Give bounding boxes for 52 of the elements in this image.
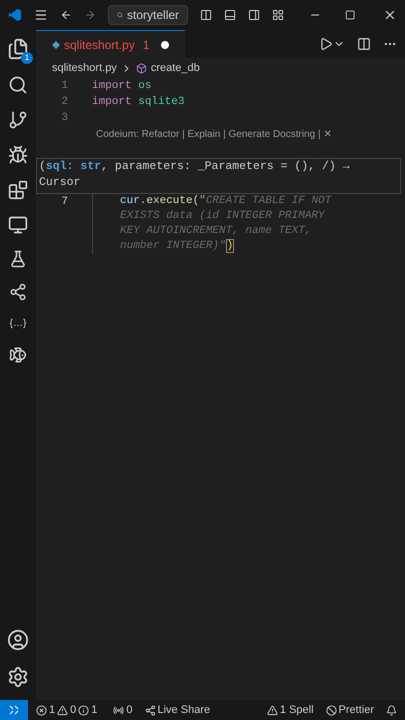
notification-badge: 1	[21, 52, 33, 64]
live-share-icon[interactable]	[9, 283, 27, 301]
split-editor-icon[interactable]	[357, 37, 371, 51]
line-number: 2	[60, 95, 69, 110]
settings-icon[interactable]	[7, 666, 29, 688]
customize-layout-icon[interactable]	[272, 8, 285, 22]
remote-icon	[9, 705, 19, 715]
notifications-icon[interactable]	[386, 704, 397, 716]
files-icon[interactable]	[7, 38, 29, 60]
run-debug-icon[interactable]	[8, 145, 28, 165]
sidebar-layout-icon[interactable]	[200, 8, 212, 22]
blocked-icon	[326, 704, 337, 716]
line-number: 7	[60, 195, 69, 210]
account-icon[interactable]	[7, 629, 29, 651]
editor-tab[interactable]: sqliteshort.py 1	[36, 30, 186, 58]
code-lens[interactable]: Codeium: Refactor | Explain | Generate Docstring | ✕	[96, 126, 405, 142]
live-share-icon	[144, 704, 156, 716]
prettier-button[interactable]: Prettier	[326, 702, 374, 718]
breadcrumb-file[interactable]: sqliteshort.py	[52, 60, 117, 76]
run-icon[interactable]	[319, 37, 333, 51]
forward-arrow-icon[interactable]	[84, 8, 96, 22]
remote-button[interactable]	[0, 700, 28, 720]
back-arrow-icon[interactable]	[60, 8, 72, 22]
extensions-icon[interactable]	[8, 180, 28, 200]
secondary-sidebar-layout-icon[interactable]	[248, 8, 260, 22]
breadcrumb-symbol[interactable]: create_db	[150, 60, 200, 76]
line-number: 3	[60, 111, 69, 126]
warning-icon	[57, 704, 68, 716]
ports-button[interactable]: 0	[113, 702, 132, 718]
flask-icon[interactable]	[9, 250, 27, 268]
app-logo-icon	[8, 7, 22, 23]
line-number: 1	[60, 79, 69, 94]
problems-button[interactable]: 1 0 1	[36, 702, 98, 718]
info-icon	[78, 704, 90, 716]
search-field[interactable]: storyteller	[108, 5, 188, 25]
method-icon[interactable]	[136, 62, 147, 74]
search-icon[interactable]	[8, 75, 28, 95]
json-icon[interactable]: {…}	[10, 316, 26, 331]
hover-tooltip: (sql: str, parameters: _Parameters = (), /) → Cursor	[36, 158, 401, 194]
code-line: import os	[92, 79, 152, 94]
code-line: import sqlite3	[92, 95, 184, 110]
antenna-icon	[113, 704, 124, 716]
warning-icon	[266, 704, 278, 716]
code-line: cur.execute("CREATE TABLE IF NOT EXISTS data (id INTEGER PRIMARY KEY AUTOINCREMENT, name TEXT, number INTEGER)")	[119, 194, 332, 254]
python-file-icon	[52, 40, 60, 48]
panel-layout-icon[interactable]	[224, 8, 236, 22]
error-icon	[36, 704, 47, 716]
live-share-button[interactable]: Live Share	[144, 702, 210, 718]
maximize-icon[interactable]	[344, 9, 356, 21]
source-control-icon[interactable]	[8, 110, 28, 130]
spell-button[interactable]: 1 Spell	[266, 702, 314, 718]
remote-explorer-icon[interactable]	[8, 215, 28, 235]
